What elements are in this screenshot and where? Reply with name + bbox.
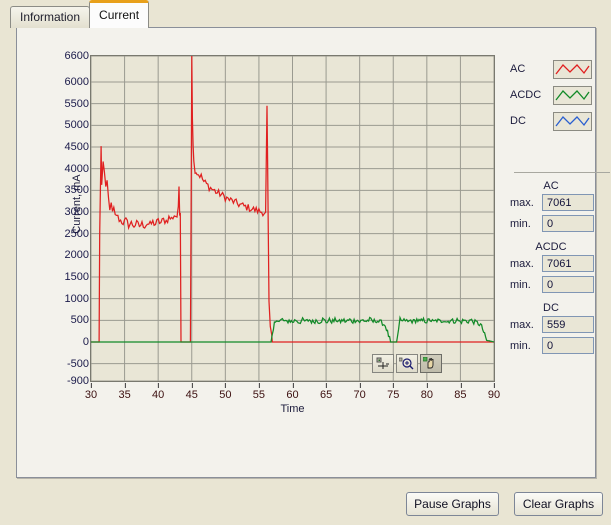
y-tick-label: 6600 [27,50,95,62]
y-tick-label: 3500 [27,184,95,196]
legend-label-acdc: ACDC [510,89,542,101]
current-chart: Current, mA -900 -500 0 500 1000 1500 2000 2500… [23,48,503,438]
x-tick-label: 70 [353,383,366,401]
stat-group-acdc: ACDC max. 7061 min. 0 [510,241,610,293]
chart-toolbar [372,354,442,373]
clear-graphs-button[interactable]: Clear Graphs [514,492,603,516]
stat-title-acdc: ACDC [535,241,567,253]
stat-row-acdc-max: max. 7061 [510,255,610,272]
chart-plot-area[interactable] [90,55,495,382]
chart-x-axis: 30 35 40 45 50 55 60 65 70 75 80 85 90 [85,383,500,404]
y-tick-label: 3000 [27,206,95,218]
y-tick-label: 0 [27,336,95,348]
tab-strip: Information Current [10,0,150,28]
stat-row-dc-min: min. 0 [510,337,610,354]
x-tick-label: 30 [84,383,98,401]
stat-value-acdc-min[interactable]: 0 [542,276,594,293]
pause-graphs-label: Pause Graphs [414,497,491,511]
x-tick-label: 90 [487,383,501,401]
stat-row-dc-max: max. 559 [510,316,610,333]
stat-value-dc-min[interactable]: 0 [542,337,594,354]
x-tick-label: 60 [286,383,299,401]
y-tick-label: -900 [27,375,95,387]
pan-hand-tool-button[interactable] [420,354,442,373]
y-tick-label: 5000 [27,119,95,131]
x-tick-label: 40 [152,383,165,401]
x-tick-label: 80 [420,383,433,401]
legend-item-dc: DC [510,110,592,132]
legend-swatch-acdc [553,85,592,105]
legend-item-ac: AC [510,58,592,80]
chart-svg [91,56,494,381]
y-tick-label: 1000 [27,293,95,305]
x-tick-label: 65 [319,383,333,401]
clear-graphs-label: Clear Graphs [522,497,595,511]
legend-label-ac: AC [510,63,526,75]
stat-row-ac-max: max. 7061 [510,194,610,211]
chart-gridlines [91,56,494,381]
measurement-stats: AC max. 7061 min. 0 ACDC max. 7061 min. … [510,180,610,363]
tab-current[interactable]: Current [89,0,150,28]
magnifier-plus-icon [399,357,414,370]
chart-legend: AC ACDC DC [510,58,592,136]
y-tick-label: 4500 [27,141,95,153]
y-tick-label: 1500 [27,271,95,283]
line-sample-icon-acdc [555,89,590,100]
stat-group-dc: DC max. 559 min. 0 [510,302,610,354]
line-sample-icon-dc [555,115,590,126]
stat-title-dc: DC [543,302,559,314]
chart-x-axis-label: Time [280,403,305,415]
tab-current-label: Current [99,8,140,22]
y-tick-label: 2500 [27,228,95,240]
stat-label-acdc-max: max. [510,257,534,270]
stat-label-ac-max: max. [510,196,534,209]
y-tick-label: -500 [27,358,95,370]
crosshair-tool-button[interactable] [372,354,394,373]
chart-y-axis: -900 -500 0 500 1000 1500 2000 2500 3000 3500 4000… [23,50,95,387]
tab-information-label: Information [20,10,81,24]
y-tick-label: 500 [27,314,95,326]
bottom-button-bar: Pause Graphs Clear Graphs [0,492,611,525]
y-tick-label: 4000 [27,163,95,175]
y-tick-label: 2000 [27,249,95,261]
stat-label-ac-min: min. [510,217,531,230]
stat-label-acdc-min: min. [510,278,531,291]
panel-divider [514,172,610,173]
legend-swatch-dc [553,111,592,131]
stat-row-ac-min: min. 0 [510,215,610,232]
x-tick-label: 85 [454,383,467,401]
stat-label-dc-min: min. [510,339,531,352]
stat-value-ac-max[interactable]: 7061 [542,194,594,211]
x-tick-label: 75 [387,383,400,401]
stat-row-acdc-min: min. 0 [510,276,610,293]
x-tick-label: 35 [118,383,131,401]
line-sample-icon-ac [555,63,590,74]
stat-value-dc-max[interactable]: 559 [542,316,594,333]
stat-group-ac: AC max. 7061 min. 0 [510,180,610,232]
stat-label-dc-max: max. [510,318,534,331]
zoom-tool-button[interactable] [396,354,418,373]
stat-value-acdc-max[interactable]: 7061 [542,255,594,272]
legend-label-dc: DC [510,115,526,127]
tab-information[interactable]: Information [10,6,91,28]
hand-icon [423,357,434,369]
y-tick-label: 6000 [27,76,95,88]
current-tab-panel: Current, mA -900 -500 0 500 1000 1500 2000 2500… [16,27,610,478]
x-tick-label: 50 [219,383,232,401]
x-tick-label: 45 [185,383,198,401]
stat-value-ac-min[interactable]: 0 [542,215,594,232]
y-tick-label: 5500 [27,98,95,110]
x-tick-label: 55 [252,383,266,401]
legend-swatch-ac [553,59,592,79]
crosshair-icon [376,357,389,369]
stat-title-ac: AC [543,180,559,192]
pause-graphs-button[interactable]: Pause Graphs [406,492,499,516]
legend-item-acdc: ACDC [510,84,592,106]
